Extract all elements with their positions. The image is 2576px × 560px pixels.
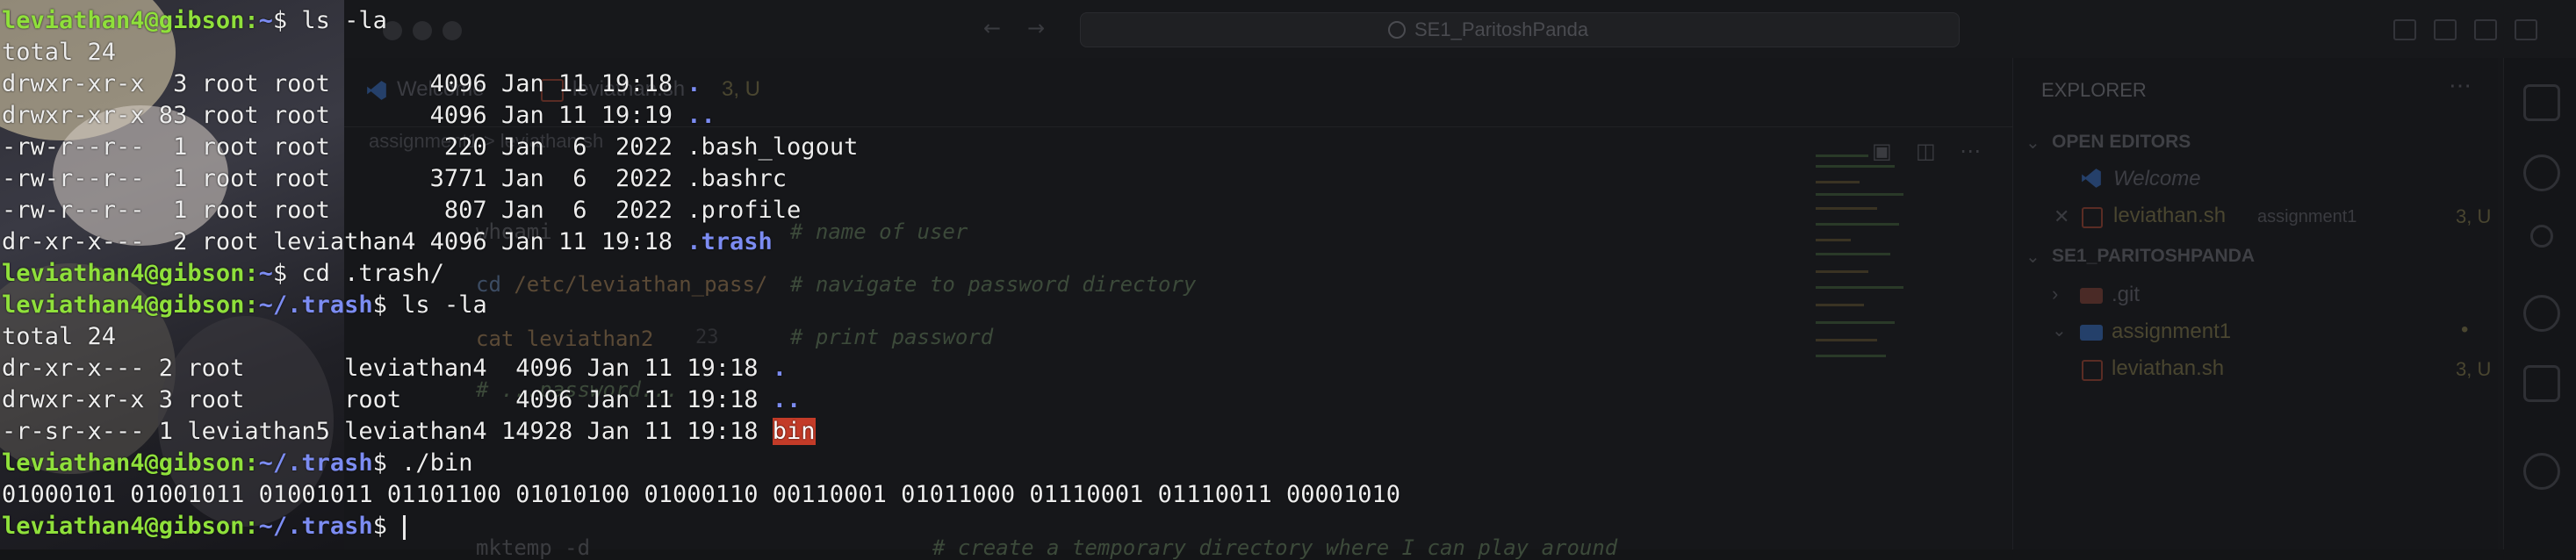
ls-entry-line: drwxr-xr-x 3 root root 4096 Jan 11 19:18… — [2, 384, 801, 416]
prompt-symbol: $ — [272, 7, 302, 34]
terminal-output-line: total 24 — [2, 37, 116, 68]
ls-entry-line: -rw-r--r-- 1 root root 220 Jan 6 2022 .b… — [2, 132, 858, 163]
ls-entry-line: dr-xr-x--- 2 root leviathan4 4096 Jan 11… — [2, 353, 787, 384]
ls-entry-name: . — [687, 70, 702, 97]
prompt-path: ~/.trash — [258, 291, 373, 319]
output-text: 01000101 01001011 01001011 01101100 0101… — [2, 481, 1401, 508]
terminal-cursor[interactable] — [403, 514, 407, 540]
terminal-prompt-line: leviathan4@gibson:~/.trash$ ./bin — [2, 448, 472, 479]
command-text: ls -la — [301, 7, 387, 34]
ls-entry-name: .. — [687, 102, 716, 129]
ls-entry-line: -rw-r--r-- 1 root root 807 Jan 6 2022 .p… — [2, 195, 801, 226]
ls-entry-details: -rw-r--r-- 1 root root 3771 Jan 6 2022 — [2, 165, 687, 192]
prompt-path: ~/.trash — [258, 513, 373, 540]
ls-entry-name: . — [772, 355, 788, 382]
ls-entry-details: drwxr-xr-x 83 root root 4096 Jan 11 19:1… — [2, 102, 687, 129]
terminal-window[interactable]: leviathan4@gibson:~$ ls -la total 24 drwxr… — [0, 0, 2576, 549]
command-text: ls -la — [401, 291, 487, 319]
prompt-path: ~ — [258, 7, 273, 34]
prompt-user-host: leviathan4@gibson — [2, 513, 245, 540]
ls-entry-line: dr-xr-x--- 2 root leviathan4 4096 Jan 11… — [2, 226, 773, 258]
prompt-user-host: leviathan4@gibson — [2, 449, 245, 477]
ls-entry-name: bin — [772, 418, 816, 445]
output-text: total 24 — [2, 39, 117, 66]
prompt-separator: : — [244, 449, 259, 477]
terminal-output-line: 01000101 01001011 01001011 01101100 0101… — [2, 479, 1400, 511]
ls-entry-name: .. — [772, 386, 802, 413]
ls-entry-details: drwxr-xr-x 3 root root 4096 Jan 11 19:18 — [2, 386, 773, 413]
ls-entry-line: drwxr-xr-x 3 root root 4096 Jan 11 19:18… — [2, 68, 702, 100]
ls-entry-details: -rw-r--r-- 1 root root 807 Jan 6 2022 — [2, 197, 687, 224]
ls-entry-details: dr-xr-x--- 2 root leviathan4 4096 Jan 11… — [2, 228, 687, 255]
prompt-separator: : — [244, 7, 259, 34]
ls-entry-details: -rw-r--r-- 1 root root 220 Jan 6 2022 — [2, 133, 687, 161]
command-text: ./bin — [401, 449, 473, 477]
ls-entry-name: .bashrc — [687, 165, 788, 192]
ls-entry-name: .trash — [687, 228, 773, 255]
terminal-prompt-line: leviathan4@gibson:~/.trash$ — [2, 511, 407, 542]
ls-entry-details: dr-xr-x--- 2 root leviathan4 4096 Jan 11… — [2, 355, 773, 382]
ls-entry-line: -rw-r--r-- 1 root root 3771 Jan 6 2022 .… — [2, 163, 787, 195]
prompt-user-host: leviathan4@gibson — [2, 7, 245, 34]
terminal-prompt-line: leviathan4@gibson:~$ cd .trash/ — [2, 258, 444, 290]
ls-entry-name: .bash_logout — [687, 133, 859, 161]
prompt-path: ~ — [258, 260, 273, 287]
prompt-user-host: leviathan4@gibson — [2, 291, 245, 319]
output-text: total 24 — [2, 323, 117, 350]
ls-entry-details: -r-sr-x--- 1 leviathan5 leviathan4 14928… — [2, 418, 773, 445]
terminal-prompt-line: leviathan4@gibson:~/.trash$ ls -la — [2, 290, 487, 321]
prompt-symbol: $ — [372, 513, 402, 540]
prompt-symbol: $ — [372, 449, 402, 477]
ls-entry-details: drwxr-xr-x 3 root root 4096 Jan 11 19:18 — [2, 70, 687, 97]
ls-entry-line: -r-sr-x--- 1 leviathan5 leviathan4 14928… — [2, 416, 816, 448]
ls-entry-line: drwxr-xr-x 83 root root 4096 Jan 11 19:1… — [2, 100, 716, 132]
prompt-separator: : — [244, 513, 259, 540]
prompt-symbol: $ — [272, 260, 302, 287]
terminal-prompt-line: leviathan4@gibson:~$ ls -la — [2, 5, 387, 37]
prompt-separator: : — [244, 260, 259, 287]
prompt-path: ~/.trash — [258, 449, 373, 477]
ls-entry-name: .profile — [687, 197, 802, 224]
command-text: cd .trash/ — [301, 260, 444, 287]
prompt-symbol: $ — [372, 291, 402, 319]
prompt-separator: : — [244, 291, 259, 319]
prompt-user-host: leviathan4@gibson — [2, 260, 245, 287]
terminal-output-line: total 24 — [2, 321, 116, 353]
